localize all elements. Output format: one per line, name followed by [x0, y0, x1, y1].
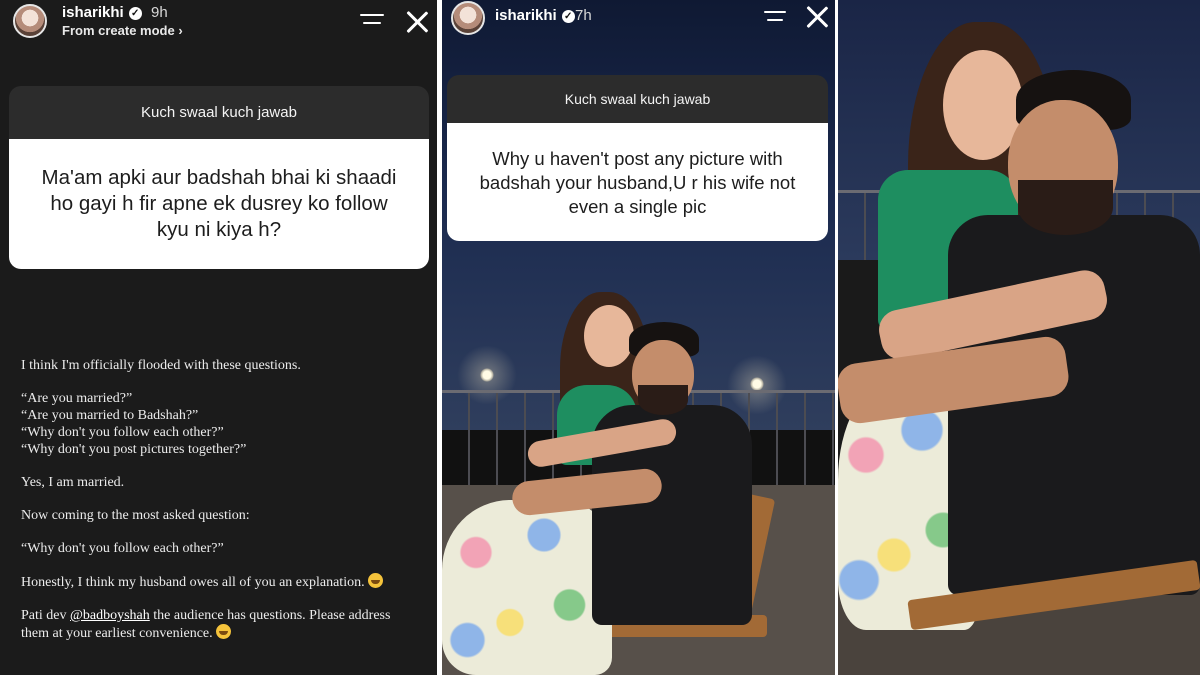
close-icon[interactable]: [805, 5, 829, 29]
story-line: “Are you married to Badshah?”: [21, 408, 199, 423]
story-line: Pati dev @badboyshah the audience has qu…: [21, 608, 391, 623]
rolling-laughing-face-icon: [216, 624, 232, 639]
story-line: “Why don't you follow each other?”: [21, 425, 224, 440]
lamp-light: [480, 368, 494, 382]
man-beard: [638, 385, 688, 415]
username[interactable]: isharikhi ✓: [495, 7, 575, 24]
story-line: Now coming to the most asked question:: [21, 508, 250, 523]
story-line: Honestly, I think my husband owes all of…: [21, 573, 433, 591]
lamp-light: [750, 377, 764, 391]
story-line: I think I'm officially flooded with thes…: [21, 358, 301, 373]
question-text: Why u haven't post any picture with bads…: [447, 123, 828, 241]
story-panel-photo: isharikhi ✓ 7h Kuch swaal kuch jawab Why …: [442, 0, 835, 675]
question-header: Kuch swaal kuch jawab: [447, 75, 828, 123]
close-icon[interactable]: [405, 10, 429, 34]
story-line: “Are you married?”: [21, 391, 133, 406]
verified-badge-icon: ✓: [128, 7, 142, 20]
question-header: Kuch swaal kuch jawab: [9, 86, 429, 139]
floral-skirt: [442, 500, 612, 675]
post-time: 7h: [575, 7, 592, 24]
question-sticker: Kuch swaal kuch jawab Why u haven't post…: [447, 75, 828, 241]
story-line: “Why don't you post pictures together?”: [21, 442, 247, 457]
story-line: them at your earliest convenience.: [21, 624, 433, 642]
man-beard: [1018, 180, 1113, 235]
story-panel-text: isharikhi ✓ 9h From create mode › Kuch sw…: [0, 0, 437, 675]
verified-badge-icon: ✓: [561, 10, 575, 23]
create-mode-link[interactable]: From create mode ›: [62, 23, 183, 38]
menu-lines-icon[interactable]: [764, 11, 788, 25]
menu-lines-icon[interactable]: [360, 14, 384, 28]
woman-face: [584, 305, 634, 367]
photo-closeup: [838, 0, 1200, 675]
story-line: “Why don't you follow each other?”: [21, 541, 224, 556]
grinning-face-icon: [368, 573, 384, 588]
question-text: Ma'am apki aur badshah bhai ki shaadi ho…: [9, 139, 429, 269]
profile-avatar[interactable]: [451, 1, 485, 35]
post-time: 9h: [151, 4, 168, 21]
username[interactable]: isharikhi ✓: [62, 4, 142, 21]
story-line: Yes, I am married.: [21, 475, 125, 490]
question-sticker: Kuch swaal kuch jawab Ma'am apki aur bad…: [9, 86, 429, 269]
mention-link[interactable]: @badboyshah: [70, 608, 150, 623]
profile-avatar[interactable]: [13, 4, 47, 38]
